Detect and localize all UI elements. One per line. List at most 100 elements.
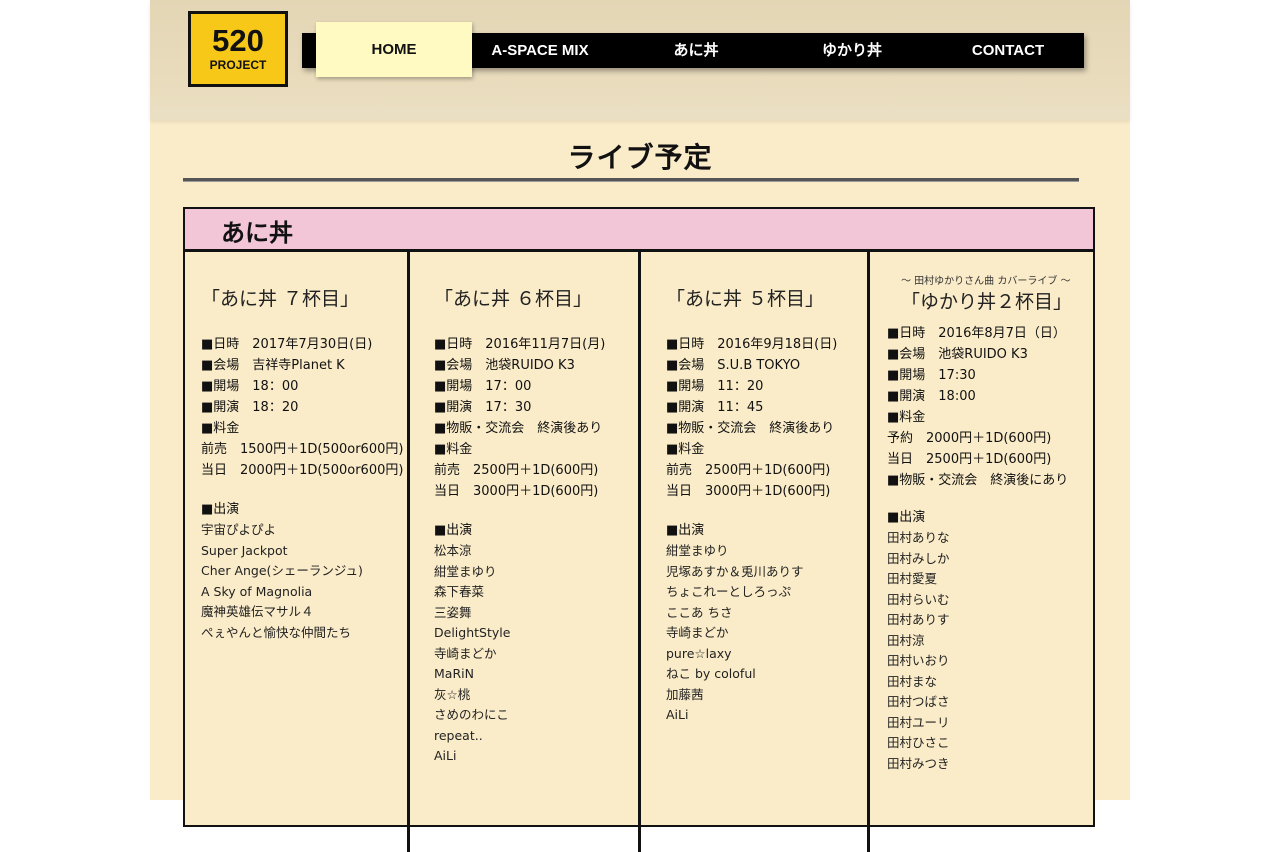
section-title: あに丼 xyxy=(221,219,293,247)
performers-label: ■出演 xyxy=(666,523,705,538)
event-detail-line: ■会場 池袋RUIDO K3 xyxy=(887,347,1028,362)
header: 520 PROJECT HOME A-SPACE MIX あに丼 ゆかり丼 CO… xyxy=(150,0,1130,120)
performer: 田村みしか xyxy=(887,550,950,566)
nav-anidon[interactable]: あに丼 xyxy=(618,33,774,68)
performer: 寺崎まどか xyxy=(666,625,729,640)
event-detail-line: ■料金 xyxy=(434,442,473,457)
nav-yukaridon[interactable]: ゆかり丼 xyxy=(774,33,930,68)
nav-contact[interactable]: CONTACT xyxy=(930,33,1086,68)
event-detail-line: 前売 2500円＋1D(600円) xyxy=(666,463,831,478)
event-detail-line: ■日時 2016年9月18日(日) xyxy=(666,337,838,352)
performer: DelightStyle xyxy=(434,625,511,640)
event-details: ■日時 2016年11月7日(月) ■会場 池袋RUIDO K3 ■開場 17：… xyxy=(434,334,634,502)
event-details: ■日時 2017年7月30日(日) ■会場 吉祥寺Planet K ■開場 18… xyxy=(201,334,404,481)
performer: 宇宙ぴよぴよ xyxy=(201,522,277,537)
performer: AiLi xyxy=(666,707,689,722)
performer: 田村涼 xyxy=(887,632,925,648)
event-detail-line: 当日 3000円＋1D(600円) xyxy=(666,484,831,499)
nav-a-space-mix[interactable]: A-SPACE MIX xyxy=(462,33,618,68)
performer: Cher Ange(シェーランジュ) xyxy=(201,563,363,578)
event-details: ■日時 2016年8月7日（日） ■会場 池袋RUIDO K3 ■開場 17:3… xyxy=(887,323,1087,491)
performer: ここあ ちさ xyxy=(666,604,733,620)
event-title: 「あに丼 ７杯目」 xyxy=(201,288,360,310)
logo-sub: PROJECT xyxy=(209,58,267,72)
logo-number: 520 xyxy=(212,23,264,58)
performer: 児塚あすか＆兎川ありす xyxy=(666,563,804,579)
event-detail-line: ■開場 11：20 xyxy=(666,379,764,394)
performer: AiLi xyxy=(434,748,457,763)
event-card-4: ～ 田村ゆかりさん曲 カバーライブ ～ 「ゆかり丼２杯目」 ■日時 2016年8… xyxy=(887,252,1087,852)
event-detail-line: ■物販・交流会 終演後にあり xyxy=(887,473,1069,488)
event-detail-line: ■会場 S.U.B TOKYO xyxy=(666,358,801,373)
performer: 田村いおり xyxy=(887,653,950,668)
event-detail-line: ■物販・交流会 終演後あり xyxy=(666,421,835,436)
performers-label: ■出演 xyxy=(434,523,473,538)
event-detail-line: ■料金 xyxy=(887,410,926,425)
performer: ちょこれーとしろっぷ xyxy=(666,584,792,599)
event-detail-line: ■開場 17:30 xyxy=(887,368,976,383)
event-subtitle: ～ 田村ゆかりさん曲 カバーライブ ～ xyxy=(901,276,1071,287)
event-detail-line: ■日時 2017年7月30日(日) xyxy=(201,337,373,352)
performer: 三姿舞 xyxy=(434,604,472,620)
performer: 田村つばさ xyxy=(887,694,950,709)
performer: 魔神英雄伝マサル４ xyxy=(201,604,314,619)
performer: MaRiN xyxy=(434,666,474,681)
event-detail-line: ■開場 18：00 xyxy=(201,379,299,394)
performer: 寺崎まどか xyxy=(434,645,497,661)
main-nav: HOME A-SPACE MIX あに丼 ゆかり丼 CONTACT xyxy=(302,22,1086,77)
performer: 灰☆桃 xyxy=(434,686,471,702)
event-detail-line: ■開演 18：20 xyxy=(201,400,299,415)
event-detail-line: ■開場 17：00 xyxy=(434,379,532,394)
performer: 田村ユーリ xyxy=(887,714,950,730)
performer: 田村ひさこ xyxy=(887,735,950,750)
performers-label: ■出演 xyxy=(887,510,926,525)
event-detail-line: ■開演 11：45 xyxy=(666,400,764,415)
event-detail-line: 前売 1500円＋1D(500or600円) xyxy=(201,442,404,457)
event-title: 「あに丼 ６杯目」 xyxy=(434,288,593,310)
event-card-3: 「あに丼 ５杯目」 ■日時 2016年9月18日(日) ■会場 S.U.B TO… xyxy=(666,252,866,852)
performer: 田村らいむ xyxy=(887,591,950,607)
page-title: ライブ予定 xyxy=(567,141,713,174)
event-detail-line: ■料金 xyxy=(201,421,240,436)
performer: 加藤茜 xyxy=(666,686,704,702)
performer: 松本涼 xyxy=(434,543,472,558)
event-detail-line: ■日時 2016年11月7日(月) xyxy=(434,337,606,352)
event-detail-line: 当日 2000円＋1D(500or600円) xyxy=(201,463,404,478)
event-card-1: 「あに丼 ７杯目」 ■日時 2017年7月30日(日) ■会場 吉祥寺Plane… xyxy=(201,252,404,852)
event-detail-line: ■会場 吉祥寺Planet K xyxy=(201,358,345,373)
column-divider xyxy=(867,252,870,852)
nav-home[interactable]: HOME xyxy=(316,22,472,77)
performer: 田村まな xyxy=(887,673,938,689)
event-detail-line: ■料金 xyxy=(666,442,705,457)
logo[interactable]: 520 PROJECT xyxy=(188,11,288,87)
performer: A Sky of Magnolia xyxy=(201,583,313,599)
event-detail-line: ■日時 2016年8月7日（日） xyxy=(887,326,1066,341)
event-detail-line: 前売 2500円＋1D(600円) xyxy=(434,463,599,478)
event-details: ■日時 2016年9月18日(日) ■会場 S.U.B TOKYO ■開場 11… xyxy=(666,334,866,502)
performers-label: ■出演 xyxy=(201,502,240,517)
event-card-2: 「あに丼 ６杯目」 ■日時 2016年11月7日(月) ■会場 池袋RUIDO … xyxy=(434,252,634,852)
performer-list: 紺堂まゆり 児塚あすか＆兎川ありす ちょこれーとしろっぷ ここあ ちさ 寺崎まど… xyxy=(666,541,866,726)
event-detail-line: ■開演 17：30 xyxy=(434,400,532,415)
performer: ねこ by coloful xyxy=(666,666,756,681)
page: 520 PROJECT HOME A-SPACE MIX あに丼 ゆかり丼 CO… xyxy=(150,0,1130,852)
section-header: あに丼 xyxy=(185,209,1093,252)
performer: pure☆laxy xyxy=(666,645,732,661)
column-divider xyxy=(407,252,410,852)
performer-list: 田村ありな 田村みしか 田村愛夏 田村らいむ 田村ありす 田村涼 田村いおり 田… xyxy=(887,528,1087,774)
event-detail-line: ■開演 18:00 xyxy=(887,389,976,404)
performer: ぺぇやんと愉快な仲間たち xyxy=(201,624,352,640)
performer: 田村ありな xyxy=(887,530,950,545)
performer: Super Jackpot xyxy=(201,542,288,558)
column-divider xyxy=(638,252,641,852)
event-detail-line: 当日 2500円＋1D(600円) xyxy=(887,452,1052,467)
event-section: あに丼 「あに丼 ７杯目」 ■日時 2017年7月30日(日) ■会場 吉祥寺P… xyxy=(183,207,1095,852)
performer: さめのわにこ xyxy=(434,707,509,722)
performer-list: 宇宙ぴよぴよ Super Jackpot Cher Ange(シェーランジュ) … xyxy=(201,520,401,643)
performer: 紺堂まゆり xyxy=(666,543,729,558)
event-detail-line: 当日 3000円＋1D(600円) xyxy=(434,484,599,499)
event-title: 「あに丼 ５杯目」 xyxy=(666,288,825,310)
performer-list: 松本涼 紺堂まゆり 森下春菜 三姿舞 DelightStyle 寺崎まどか Ma… xyxy=(434,541,634,767)
event-detail-line: 予約 2000円＋1D(600円) xyxy=(887,431,1052,446)
event-detail-line: ■会場 池袋RUIDO K3 xyxy=(434,358,575,373)
